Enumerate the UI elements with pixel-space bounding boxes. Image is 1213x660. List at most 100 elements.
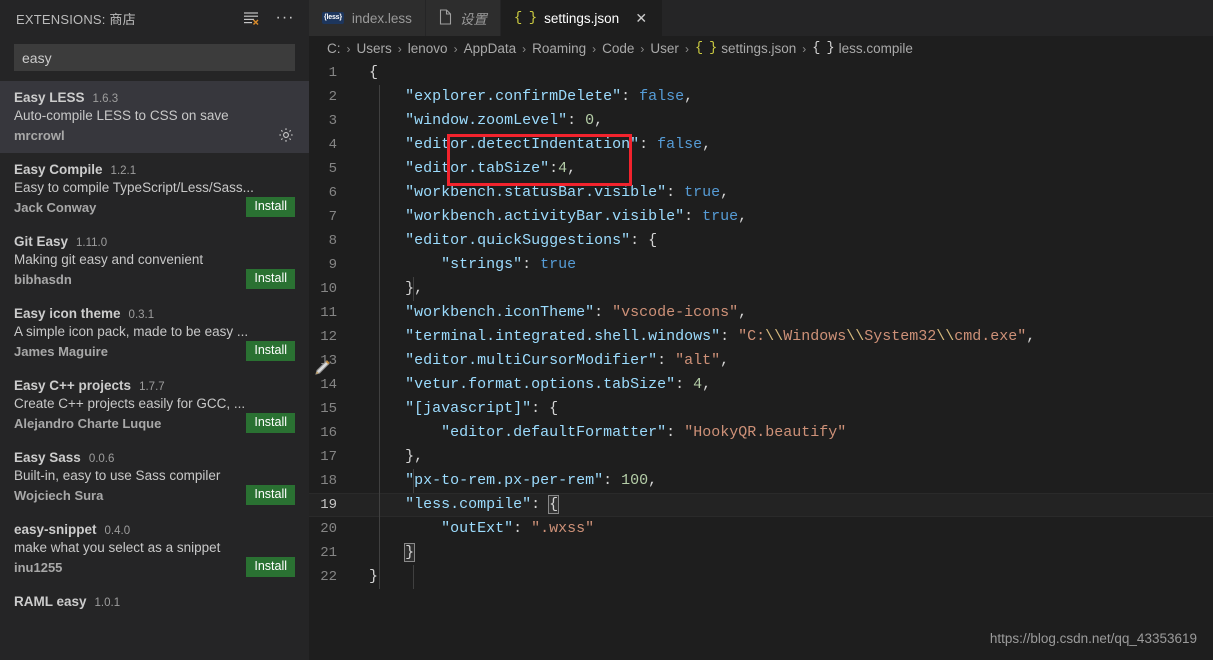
breadcrumb-item[interactable]: Code [602,41,634,56]
code-text[interactable]: "vetur.format.options.tabSize": 4, [359,373,711,397]
sidebar-title: EXTENSIONS: 商店 [16,11,136,27]
code-line[interactable]: 9 "strings": true [309,253,1213,277]
list-item[interactable]: Easy C++ projects 1.7.7 Create C++ proje… [0,369,309,441]
list-item[interactable]: easy-snippet 0.4.0 make what you select … [0,513,309,585]
code-line[interactable]: 14 "vetur.format.options.tabSize": 4, [309,373,1213,397]
install-button[interactable]: Install [246,413,295,433]
list-item[interactable]: RAML easy 1.0.1 [0,585,309,619]
gear-icon[interactable] [277,126,295,144]
code-line[interactable]: 1{ [309,61,1213,85]
search-input[interactable] [22,49,287,66]
code-text[interactable]: "workbench.statusBar.visible": true, [359,181,729,205]
list-item[interactable]: Easy icon theme 0.3.1 A simple icon pack… [0,297,309,369]
breadcrumb-item[interactable]: Users [357,41,392,56]
code-line[interactable]: 12 "terminal.integrated.shell.windows": … [309,325,1213,349]
extension-description: Easy to compile TypeScript/Less/Sass... [14,180,254,195]
list-item[interactable]: Easy Sass 0.0.6 Built-in, easy to use Sa… [0,441,309,513]
install-button[interactable]: Install [246,197,295,217]
code-line[interactable]: 4 "editor.detectIndentation": false, [309,133,1213,157]
breadcrumb-item[interactable]: settings.json [721,41,796,56]
code-line[interactable]: 20 "outExt": ".wxss" [309,517,1213,541]
less-file-icon: {less} [322,12,344,24]
list-item[interactable]: Git Easy 1.11.0 Making git easy and conv… [0,225,309,297]
line-number: 9 [328,257,337,273]
tab-settings-json[interactable]: { } settings.json ✕ [500,0,664,36]
breadcrumb-item[interactable]: lenovo [408,41,448,56]
code-line[interactable]: 2 "explorer.confirmDelete": false, [309,85,1213,109]
code-text[interactable]: "less.compile": { [359,493,560,517]
close-icon[interactable]: ✕ [633,10,649,26]
code-text[interactable]: "editor.defaultFormatter": "HookyQR.beau… [359,421,846,445]
code-text[interactable]: "px-to-rem.px-per-rem": 100, [359,469,657,493]
code-line[interactable]: 8 "editor.quickSuggestions": { [309,229,1213,253]
extension-footer: Alejandro Charte Luque Install [14,413,295,433]
code-line[interactable]: 11 "workbench.iconTheme": "vscode-icons"… [309,301,1213,325]
code-line[interactable]: 13 "editor.multiCursorModifier": "alt", [309,349,1213,373]
sidebar-header-actions: ··· [241,8,299,28]
chevron-right-icon: › [346,41,351,56]
more-actions-icon[interactable]: ··· [275,8,295,28]
code-text[interactable]: "editor.quickSuggestions": { [359,229,657,253]
line-number: 8 [328,233,337,249]
code-text[interactable]: "strings": true [359,253,576,277]
extension-footer: mrcrowl [14,125,295,145]
extension-list[interactable]: Easy LESS 1.6.3 Auto-compile LESS to CSS… [0,81,309,660]
install-button[interactable]: Install [246,557,295,577]
breadcrumb-item[interactable]: C: [327,41,341,56]
line-number: 21 [320,545,337,561]
code-text[interactable]: { [359,61,378,85]
breadcrumb-item[interactable]: AppData [464,41,517,56]
extension-name: Easy C++ projects [14,378,132,393]
clear-search-results-icon[interactable] [241,8,261,28]
code-text[interactable]: "window.zoomLevel": 0, [359,109,603,133]
code-text[interactable]: "editor.detectIndentation": false, [359,133,711,157]
list-item[interactable]: Easy LESS 1.6.3 Auto-compile LESS to CSS… [0,81,309,153]
extension-footer: James Maguire Install [14,341,295,361]
code-text[interactable]: }, [359,445,423,469]
line-number: 5 [328,161,337,177]
code-text[interactable]: } [359,541,416,565]
symbol-object-icon: { } [812,41,834,56]
code-text[interactable]: "explorer.confirmDelete": false, [359,85,693,109]
code-text[interactable]: "terminal.integrated.shell.windows": "C:… [359,325,1035,349]
tab-settings-ui[interactable]: 设置 [425,0,501,36]
extension-name: RAML easy [14,594,87,609]
chevron-right-icon: › [684,41,689,56]
line-number: 6 [328,185,337,201]
code-line[interactable]: 21 } [309,541,1213,565]
code-line[interactable]: 19 "less.compile": { [309,493,1213,517]
code-text[interactable]: "workbench.iconTheme": "vscode-icons", [359,301,747,325]
code-content[interactable]: 1{2 "explorer.confirmDelete": false, 3 "w… [309,61,1213,589]
code-line[interactable]: 7 "workbench.activityBar.visible": true, [309,205,1213,229]
extension-name: Easy Sass [14,450,81,465]
pencil-icon[interactable] [312,356,334,378]
code-text[interactable]: "outExt": ".wxss" [359,517,594,541]
line-number: 17 [320,449,337,465]
list-item[interactable]: Easy Compile 1.2.1 Easy to compile TypeS… [0,153,309,225]
breadcrumb-item[interactable]: User [650,41,679,56]
code-line[interactable]: 3 "window.zoomLevel": 0, [309,109,1213,133]
code-line[interactable]: 5 "editor.tabSize":4, [309,157,1213,181]
code-line[interactable]: 18 "px-to-rem.px-per-rem": 100, [309,469,1213,493]
extension-name: Easy icon theme [14,306,121,321]
code-line[interactable]: 10 }, [309,277,1213,301]
code-line[interactable]: 15 "[javascript]": { [309,397,1213,421]
code-text[interactable]: "[javascript]": { [359,397,558,421]
tab-index-less[interactable]: {less} index.less [309,0,426,36]
install-button[interactable]: Install [246,269,295,289]
breadcrumb-item[interactable]: Roaming [532,41,586,56]
code-text[interactable]: "editor.multiCursorModifier": "alt", [359,349,729,373]
breadcrumb-item[interactable]: less.compile [839,41,913,56]
search-box[interactable] [14,44,295,71]
code-text[interactable]: } [359,565,378,589]
code-line[interactable]: 16 "editor.defaultFormatter": "HookyQR.b… [309,421,1213,445]
code-editor[interactable]: 1{2 "explorer.confirmDelete": false, 3 "w… [309,61,1213,660]
install-button[interactable]: Install [246,341,295,361]
code-text[interactable]: "workbench.activityBar.visible": true, [359,205,747,229]
install-button[interactable]: Install [246,485,295,505]
code-line[interactable]: 17 }, [309,445,1213,469]
code-text[interactable]: "editor.tabSize":4, [359,157,576,181]
code-line[interactable]: 22} [309,565,1213,589]
code-line[interactable]: 6 "workbench.statusBar.visible": true, [309,181,1213,205]
extension-footer: inu1255 Install [14,557,295,577]
